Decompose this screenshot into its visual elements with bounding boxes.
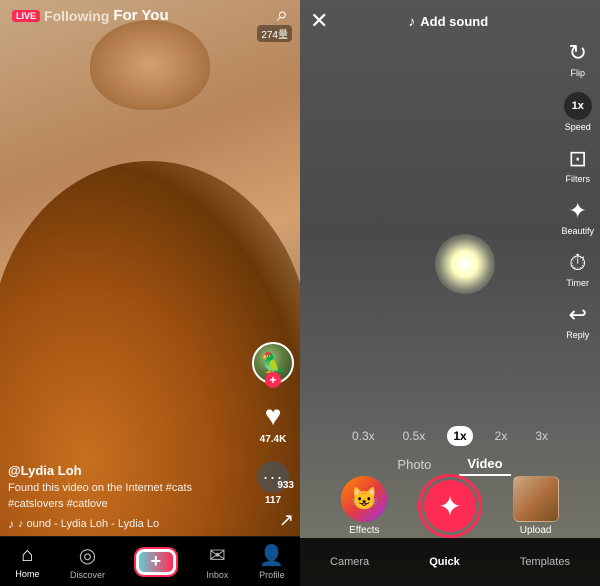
- nav-create[interactable]: +: [136, 549, 176, 575]
- camera-mode-templates[interactable]: Templates: [520, 556, 570, 568]
- upload-thumbnail: [513, 476, 559, 522]
- create-button[interactable]: +: [136, 549, 176, 575]
- effects-button[interactable]: 😺 Effects: [341, 476, 387, 536]
- profile-icon: 👤: [259, 543, 284, 568]
- inbox-icon: ✉: [209, 543, 226, 568]
- cat-head-decoration: [90, 20, 210, 110]
- music-row: ♪ ♪ ound - Lydia Loh - Lydia Lo: [8, 517, 245, 531]
- foryou-tab[interactable]: For You: [113, 7, 168, 24]
- music-note-icon: ♪: [408, 13, 415, 29]
- share-button[interactable]: ↗: [279, 510, 294, 531]
- tool-reply[interactable]: ↩ Reply: [566, 302, 589, 340]
- mode-toggle: Photo Video: [300, 453, 600, 476]
- close-button[interactable]: ✕: [310, 8, 328, 34]
- tool-filters[interactable]: ⊡ Filters: [565, 146, 590, 184]
- camera-tools: ↻ Flip 1x Speed ⊡ Filters ✦ Beautify ⏱ T…: [561, 40, 594, 340]
- bottom-camera-actions: 😺 Effects ✦ Upload: [300, 476, 600, 536]
- add-sound-button[interactable]: ♪ Add sound: [408, 13, 488, 29]
- light-orb: [435, 234, 495, 294]
- filters-label: Filters: [565, 174, 590, 184]
- tool-speed[interactable]: 1x Speed: [564, 92, 592, 132]
- zoom-1x[interactable]: 1x: [447, 426, 472, 446]
- upload-label: Upload: [520, 525, 552, 536]
- camera-mode-camera[interactable]: Camera: [330, 556, 369, 568]
- share-count: 933: [277, 480, 294, 491]
- tool-timer[interactable]: ⏱ Timer: [566, 250, 589, 288]
- reply-icon: ↩: [569, 302, 587, 328]
- music-text: ♪ ound - Lydia Loh - Lydia Lo: [18, 518, 159, 530]
- capture-inner: ✦: [424, 480, 476, 532]
- photo-mode[interactable]: Photo: [389, 454, 439, 475]
- profile-label: Profile: [259, 570, 285, 580]
- capture-outer-ring: ✦: [418, 474, 482, 538]
- speed-label: Speed: [565, 122, 591, 132]
- upload-button[interactable]: Upload: [513, 476, 559, 536]
- video-info: @Lydia Loh Found this video on the Inter…: [8, 463, 245, 531]
- music-note-icon: ♪: [8, 517, 14, 531]
- sparkle-icon: ✦: [438, 490, 461, 523]
- left-panel: 274量 LIVE Following For You ⌕ 🦜 + ♥ 47.4…: [0, 0, 300, 586]
- following-tab[interactable]: Following: [44, 8, 109, 24]
- live-badge: LIVE: [12, 10, 40, 22]
- comment-count: 117: [265, 495, 281, 506]
- effects-label: Effects: [349, 525, 379, 536]
- timer-icon: ⏱: [569, 250, 586, 276]
- flip-label: Flip: [570, 68, 585, 78]
- flip-icon: ↻: [569, 40, 587, 66]
- discover-icon: ◎: [79, 543, 96, 568]
- add-sound-label: Add sound: [420, 14, 488, 29]
- inbox-label: Inbox: [206, 570, 228, 580]
- nav-home[interactable]: ⌂ Home: [15, 544, 39, 579]
- discover-label: Discover: [70, 570, 105, 580]
- zoom-bar: 0.3x 0.5x 1x 2x 3x: [300, 426, 600, 446]
- video-mode[interactable]: Video: [459, 453, 510, 476]
- timer-label: Timer: [566, 278, 589, 288]
- nav-inbox[interactable]: ✉ Inbox: [206, 543, 228, 580]
- like-icon: ♥: [265, 400, 282, 432]
- like-count: 47.4K: [260, 434, 287, 445]
- home-label: Home: [15, 569, 39, 579]
- zoom-3x[interactable]: 3x: [529, 426, 554, 446]
- like-action[interactable]: ♥ 47.4K: [260, 400, 287, 445]
- right-panel: ✕ ♪ Add sound ↻ Flip 1x Speed ⊡ Filters …: [300, 0, 600, 586]
- tool-beautify[interactable]: ✦ Beautify: [561, 198, 594, 236]
- nav-left: LIVE Following For You: [12, 7, 169, 24]
- tool-flip[interactable]: ↻ Flip: [569, 40, 587, 78]
- zoom-03x[interactable]: 0.3x: [346, 426, 381, 446]
- camera-top-bar: ✕ ♪ Add sound: [300, 0, 600, 42]
- camera-mode-quick[interactable]: Quick: [429, 556, 460, 568]
- speed-badge: 1x: [564, 92, 592, 120]
- camera-bottom-nav: Camera Quick Templates: [300, 538, 600, 586]
- home-icon: ⌂: [21, 544, 33, 567]
- beautify-label: Beautify: [561, 226, 594, 236]
- zoom-2x[interactable]: 2x: [489, 426, 514, 446]
- filters-icon: ⊡: [569, 146, 587, 172]
- search-icon[interactable]: ⌕: [277, 4, 288, 27]
- creator-avatar[interactable]: 🦜 +: [252, 342, 294, 384]
- zoom-05x[interactable]: 0.5x: [397, 426, 432, 446]
- create-icon: +: [150, 551, 161, 572]
- beautify-icon: ✦: [569, 198, 587, 224]
- reply-label: Reply: [566, 330, 589, 340]
- top-nav: LIVE Following For You ⌕: [0, 0, 300, 31]
- follow-plus-badge[interactable]: +: [265, 372, 281, 388]
- effects-icon: 😺: [341, 476, 387, 522]
- username[interactable]: @Lydia Loh: [8, 463, 245, 478]
- nav-discover[interactable]: ◎ Discover: [70, 543, 105, 580]
- effects-emoji: 😺: [351, 486, 378, 512]
- nav-profile[interactable]: 👤 Profile: [259, 543, 285, 580]
- caption: Found this video on the Internet #cats #…: [8, 481, 245, 512]
- bottom-nav: ⌂ Home ◎ Discover + ✉ Inbox 👤 Profile: [0, 536, 300, 586]
